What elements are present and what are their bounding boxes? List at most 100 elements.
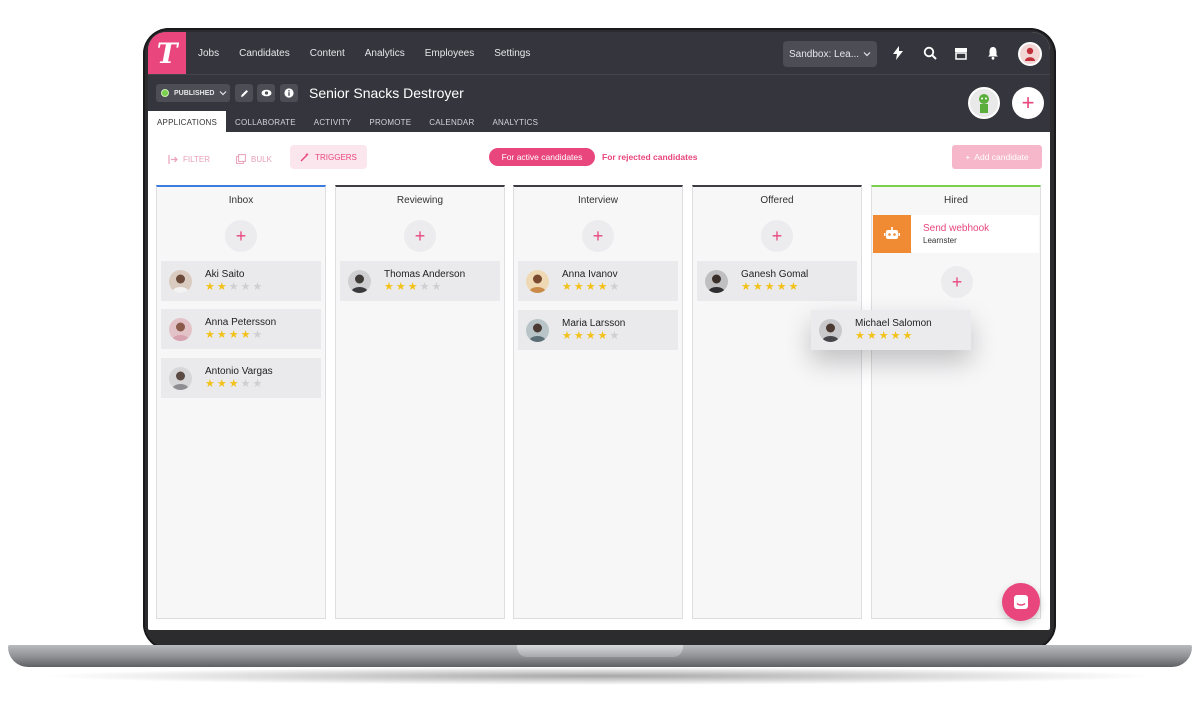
filter-button[interactable]: FILTER <box>168 148 210 170</box>
star-filled-icon[interactable]: ★ <box>205 379 215 390</box>
star-filled-icon[interactable]: ★ <box>217 330 227 341</box>
star-filled-icon[interactable]: ★ <box>867 331 877 342</box>
info-icon <box>284 88 294 98</box>
user-avatar[interactable] <box>1018 42 1042 66</box>
nav-item-employees[interactable]: Employees <box>425 48 474 59</box>
candidate-card[interactable]: Ganesh Gomal ★ ★ ★ ★ ★ <box>697 261 857 301</box>
star-filled-icon[interactable]: ★ <box>574 331 584 342</box>
star-filled-icon[interactable]: ★ <box>408 282 418 293</box>
webhook-title: Send webhook <box>923 223 990 234</box>
candidate-avatar <box>169 366 192 390</box>
webhook-trigger-card[interactable]: Send webhook Learnster <box>873 215 1039 253</box>
candidate-card[interactable]: Maria Larsson ★ ★ ★ ★ ★ <box>518 310 678 350</box>
tab-collaborate[interactable]: COLLABORATE <box>226 111 305 133</box>
star-filled-icon[interactable]: ★ <box>855 331 865 342</box>
tab-analytics[interactable]: ANALYTICS <box>483 111 547 133</box>
star-filled-icon[interactable]: ★ <box>396 282 406 293</box>
candidate-card[interactable]: Anna Petersson ★ ★ ★ ★ ★ <box>161 309 321 349</box>
star-filled-icon[interactable]: ★ <box>586 331 596 342</box>
preview-button[interactable] <box>257 84 275 102</box>
star-empty-icon[interactable]: ★ <box>253 330 263 341</box>
add-to-inbox-button[interactable]: + <box>225 220 257 252</box>
star-filled-icon[interactable]: ★ <box>903 331 913 342</box>
store-icon[interactable] <box>952 44 970 62</box>
dragged-candidate-card[interactable]: Michael Salomon ★ ★ ★ ★ ★ <box>811 310 971 350</box>
nav-item-jobs[interactable]: Jobs <box>198 48 219 59</box>
search-icon[interactable] <box>921 44 939 62</box>
plus-icon: + <box>965 152 971 162</box>
star-filled-icon[interactable]: ★ <box>789 282 799 293</box>
add-to-interview-button[interactable]: + <box>582 220 614 252</box>
star-filled-icon[interactable]: ★ <box>879 331 889 342</box>
star-filled-icon[interactable]: ★ <box>574 282 584 293</box>
active-candidates-filter[interactable]: For active candidates <box>489 148 595 166</box>
hiring-manager-avatar[interactable] <box>968 87 1000 119</box>
column-title: Hired <box>944 194 968 206</box>
star-empty-icon[interactable]: ★ <box>253 379 263 390</box>
tab-applications[interactable]: APPLICATIONS <box>148 111 227 133</box>
candidate-name: Aki Saito <box>205 269 245 280</box>
star-filled-icon[interactable]: ★ <box>217 379 227 390</box>
tab-promote[interactable]: PROMOTE <box>360 111 420 133</box>
sandbox-selector[interactable]: Sandbox: Lea... <box>783 41 877 67</box>
candidate-card[interactable]: Thomas Anderson ★ ★ ★ ★ ★ <box>340 261 500 301</box>
rating-stars: ★ ★ ★ ★ ★ <box>562 282 619 293</box>
star-filled-icon[interactable]: ★ <box>205 282 215 293</box>
star-filled-icon[interactable]: ★ <box>217 282 227 293</box>
star-filled-icon[interactable]: ★ <box>598 282 608 293</box>
nav-item-analytics[interactable]: Analytics <box>365 48 405 59</box>
star-empty-icon[interactable]: ★ <box>610 282 620 293</box>
add-to-offered-button[interactable]: + <box>761 220 793 252</box>
add-team-member-button[interactable]: + <box>1012 87 1044 119</box>
star-empty-icon[interactable]: ★ <box>241 282 251 293</box>
candidate-card[interactable]: Anna Ivanov ★ ★ ★ ★ ★ <box>518 261 678 301</box>
star-filled-icon[interactable]: ★ <box>562 331 572 342</box>
star-filled-icon[interactable]: ★ <box>229 379 239 390</box>
star-filled-icon[interactable]: ★ <box>586 282 596 293</box>
star-empty-icon[interactable]: ★ <box>241 379 251 390</box>
star-filled-icon[interactable]: ★ <box>777 282 787 293</box>
bulk-button[interactable]: BULK <box>236 148 272 170</box>
star-empty-icon[interactable]: ★ <box>229 282 239 293</box>
add-candidate-button[interactable]: + Add candidate <box>952 145 1042 169</box>
candidate-name: Maria Larsson <box>562 318 626 329</box>
lightning-icon[interactable] <box>889 44 907 62</box>
nav-item-candidates[interactable]: Candidates <box>239 48 290 59</box>
star-empty-icon[interactable]: ★ <box>432 282 442 293</box>
nav-item-settings[interactable]: Settings <box>494 48 530 59</box>
star-empty-icon[interactable]: ★ <box>420 282 430 293</box>
star-filled-icon[interactable]: ★ <box>753 282 763 293</box>
star-filled-icon[interactable]: ★ <box>205 330 215 341</box>
edit-button[interactable] <box>235 84 253 102</box>
tab-calendar[interactable]: CALENDAR <box>420 111 483 133</box>
add-to-hired-button[interactable]: + <box>941 266 973 298</box>
star-filled-icon[interactable]: ★ <box>891 331 901 342</box>
chevron-down-icon <box>863 52 871 57</box>
star-empty-icon[interactable]: ★ <box>253 282 263 293</box>
rejected-candidates-filter[interactable]: For rejected candidates <box>602 148 697 166</box>
star-filled-icon[interactable]: ★ <box>229 330 239 341</box>
triggers-button[interactable]: TRIGGERS <box>290 145 367 169</box>
info-button[interactable] <box>280 84 298 102</box>
star-filled-icon[interactable]: ★ <box>741 282 751 293</box>
star-filled-icon[interactable]: ★ <box>562 282 572 293</box>
candidate-card[interactable]: Antonio Vargas ★ ★ ★ ★ ★ <box>161 358 321 398</box>
robot-icon <box>873 215 911 253</box>
star-filled-icon[interactable]: ★ <box>765 282 775 293</box>
magic-wand-icon <box>300 152 310 162</box>
nav-item-content[interactable]: Content <box>310 48 345 59</box>
star-filled-icon[interactable]: ★ <box>384 282 394 293</box>
add-to-reviewing-button[interactable]: + <box>404 220 436 252</box>
webhook-subtitle: Learnster <box>923 236 957 245</box>
chat-support-button[interactable] <box>1002 583 1040 621</box>
star-filled-icon[interactable]: ★ <box>598 331 608 342</box>
star-filled-icon[interactable]: ★ <box>241 330 251 341</box>
star-empty-icon[interactable]: ★ <box>610 331 620 342</box>
status-dropdown[interactable]: PUBLISHED <box>156 84 230 102</box>
candidate-card[interactable]: Aki Saito ★ ★ ★ ★ ★ <box>161 261 321 301</box>
candidate-avatar <box>169 317 192 341</box>
eye-icon <box>261 89 271 97</box>
app-logo[interactable]: T <box>148 32 186 74</box>
tab-activity[interactable]: ACTIVITY <box>305 111 361 133</box>
bell-icon[interactable] <box>984 44 1002 62</box>
